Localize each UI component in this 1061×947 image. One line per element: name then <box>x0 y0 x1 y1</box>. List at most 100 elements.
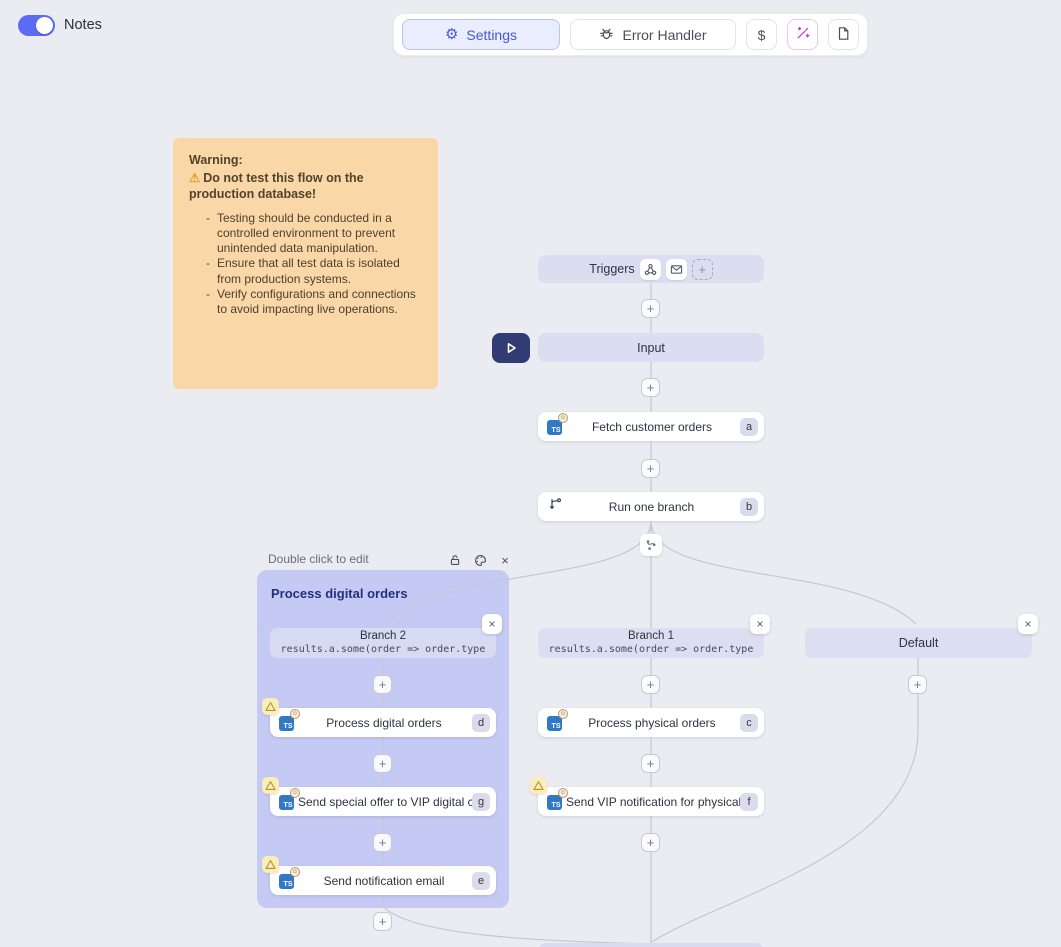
default-branch-node[interactable]: Default <box>805 628 1032 658</box>
typescript-icon: TS☺ <box>279 872 296 889</box>
ts-addon-badge-icon: ☺ <box>558 788 568 798</box>
group-lock-button[interactable] <box>447 552 463 568</box>
group-process-digital-orders[interactable]: Process digital orders <box>257 570 509 908</box>
settings-button[interactable]: ⚙ Settings <box>402 19 560 50</box>
add-node-button[interactable]: + <box>373 675 392 694</box>
add-node-button[interactable]: + <box>641 459 660 478</box>
settings-button-label: Settings <box>466 27 517 43</box>
node-key-badge: e <box>472 872 490 890</box>
run-flow-button[interactable] <box>492 333 530 363</box>
default-branch-title: Default <box>899 636 939 651</box>
document-button[interactable] <box>828 19 859 50</box>
toggle-knob <box>36 17 53 34</box>
group-color-button[interactable] <box>472 552 488 568</box>
gear-icon: ⚙ <box>445 27 458 42</box>
add-node-button[interactable]: + <box>641 754 660 773</box>
branch1-condition-code: results.a.some(order => order.type <box>549 644 754 656</box>
ts-addon-badge-icon: ☺ <box>558 413 568 423</box>
node-process-digital-orders[interactable]: TS☺ Process digital orders d <box>270 708 496 737</box>
close-icon: × <box>1024 617 1031 631</box>
note-bullet: Testing should be conducted in a control… <box>217 211 422 256</box>
flow-canvas[interactable]: Notes ⚙ Settings Error Handler $ <box>0 0 1061 947</box>
bug-icon <box>599 26 614 44</box>
triggers-node[interactable]: Triggers + <box>538 255 764 283</box>
mail-icon <box>670 263 683 276</box>
error-handler-button[interactable]: Error Handler <box>570 19 736 50</box>
palette-icon <box>474 554 487 567</box>
node-key-badge: a <box>740 418 758 436</box>
branch-split-icon[interactable] <box>640 534 662 556</box>
ts-addon-badge-icon: ☺ <box>290 867 300 877</box>
add-node-button[interactable]: + <box>641 675 660 694</box>
warning-badge <box>530 777 547 794</box>
add-node-button[interactable]: + <box>908 675 927 694</box>
triggers-label: Triggers <box>589 262 634 276</box>
node-key-badge: c <box>740 714 758 732</box>
node-send-special-offer[interactable]: TS☺ Send special offer to VIP digital c.… <box>270 787 496 816</box>
node-label: Process digital orders <box>296 716 472 730</box>
add-node-button[interactable]: + <box>641 299 660 318</box>
input-node[interactable]: Input <box>538 333 764 362</box>
node-key-badge: d <box>472 714 490 732</box>
top-toolbar: ⚙ Settings Error Handler $ <box>393 13 868 56</box>
magic-wand-icon <box>795 25 811 44</box>
node-run-one-branch[interactable]: Run one branch b <box>538 492 764 521</box>
default-close-button[interactable]: × <box>1018 614 1038 634</box>
email-trigger-button[interactable] <box>666 259 687 280</box>
node-send-vip-notification[interactable]: TS☺ Send VIP notification for physical..… <box>538 787 764 816</box>
note-bullet: Ensure that all test data is isolated fr… <box>217 256 422 286</box>
add-node-button[interactable]: + <box>373 833 392 852</box>
warning-badge <box>262 698 279 715</box>
ts-addon-badge-icon: ☺ <box>290 709 300 719</box>
add-node-button[interactable]: + <box>641 833 660 852</box>
play-icon <box>503 340 519 356</box>
dollar-icon: $ <box>758 27 766 43</box>
webhook-icon <box>644 263 657 276</box>
warning-note[interactable]: Warning: ⚠Do not test this flow on the p… <box>173 138 438 389</box>
merge-node[interactable] <box>538 943 764 947</box>
flow-connectors <box>0 0 1061 947</box>
add-node-button[interactable]: + <box>373 912 392 931</box>
warning-emoji-icon: ⚠ <box>189 171 200 185</box>
warning-triangle-icon <box>265 780 276 791</box>
input-node-label: Input <box>637 341 665 355</box>
branch1-header-node[interactable]: Branch 1 results.a.some(order => order.t… <box>538 628 764 658</box>
branch2-header-node[interactable]: Branch 2 results.a.some(order => order.t… <box>270 628 496 658</box>
warning-triangle-icon <box>533 780 544 791</box>
node-send-notification-email[interactable]: TS☺ Send notification email e <box>270 866 496 895</box>
node-key-badge: f <box>740 793 758 811</box>
node-key-badge: b <box>740 498 758 516</box>
close-icon: × <box>488 617 495 631</box>
branch1-title: Branch 1 <box>628 630 674 644</box>
error-handler-label: Error Handler <box>622 27 706 43</box>
typescript-icon: TS☺ <box>279 793 296 810</box>
typescript-icon: TS☺ <box>547 418 564 435</box>
webhook-trigger-button[interactable] <box>640 259 661 280</box>
node-process-physical-orders[interactable]: TS☺ Process physical orders c <box>538 708 764 737</box>
node-fetch-customer-orders[interactable]: TS☺ Fetch customer orders a <box>538 412 764 441</box>
add-node-button[interactable]: + <box>641 378 660 397</box>
notes-toggle-label: Notes <box>64 17 102 33</box>
branch1-close-button[interactable]: × <box>750 614 770 634</box>
warning-triangle-icon <box>265 859 276 870</box>
ts-addon-badge-icon: ☺ <box>290 788 300 798</box>
add-trigger-button[interactable]: + <box>692 259 713 280</box>
dollar-button[interactable]: $ <box>746 19 777 50</box>
warning-badge <box>262 777 279 794</box>
document-icon <box>836 26 851 44</box>
branch2-close-button[interactable]: × <box>482 614 502 634</box>
node-key-badge: g <box>472 793 490 811</box>
group-title: Process digital orders <box>271 586 408 601</box>
node-label: Process physical orders <box>564 716 740 730</box>
note-title: Warning: <box>189 153 422 169</box>
note-bullet: Verify configurations and connections to… <box>217 287 422 317</box>
magic-wand-button[interactable] <box>787 19 818 50</box>
node-label: Send notification email <box>296 874 472 888</box>
add-node-button[interactable]: + <box>373 754 392 773</box>
group-close-button[interactable]: × <box>497 552 513 568</box>
node-label: Run one branch <box>563 500 740 514</box>
warning-badge <box>262 856 279 873</box>
close-icon: × <box>756 617 763 631</box>
note-bullet-list: Testing should be conducted in a control… <box>189 211 422 317</box>
notes-toggle[interactable] <box>18 15 55 36</box>
